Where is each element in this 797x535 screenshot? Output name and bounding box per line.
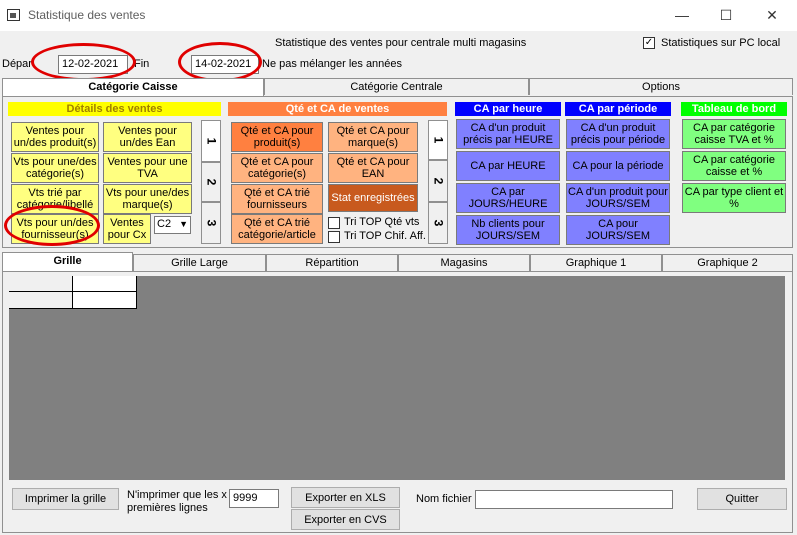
grid-fixed-cell [9,292,73,309]
file-name-label: Nom fichier [416,493,472,505]
tri-top-qte-label: Tri TOP Qté vts [344,216,420,228]
data-grid[interactable] [9,276,785,480]
export-xls-button[interactable]: Exporter en XLS [291,487,400,508]
tri-top-ca-checkbox[interactable] [328,231,340,243]
tab-categorie-centrale[interactable]: Catégorie Centrale [264,78,529,95]
ventes-cx-button[interactable]: Ventes pour Cx [103,214,151,244]
ventes-tva-button[interactable]: Ventes pour une TVA [103,153,192,183]
tab-repartition[interactable]: Répartition [266,254,398,271]
ca-categorie-tva-button[interactable]: CA par catégorie caisse TVA et % [682,119,786,149]
maximize-button[interactable]: ☐ [704,0,748,31]
grid-fixed-cell [9,276,73,292]
qte-categorie-article-button[interactable]: Qté et CA trié catégorie/article [231,214,323,244]
quit-button[interactable]: Quitter [697,488,787,510]
ca-categorie-pct-button[interactable]: CA par catégorie caisse et % [682,151,786,181]
vtab-1-qte[interactable]: 1 [428,120,448,160]
grid-cell[interactable] [73,276,137,292]
tab-options[interactable]: Options [529,78,793,95]
window-title: Statistique des ventes [28,8,146,22]
ca-produit-heure-button[interactable]: CA d'un produit précis par HEURE [456,119,560,149]
qte-fournisseurs-button[interactable]: Qté et CA trié fournisseurs [231,184,323,214]
ventes-produits-button[interactable]: Ventes pour un/des produit(s) [11,122,99,152]
close-button[interactable]: ✕ [750,0,794,31]
details-header: Détails des ventes [8,102,221,116]
pc-local-label: Statistiques sur PC local [661,37,781,49]
nb-clients-jours-button[interactable]: Nb clients pour JOURS/SEM [456,215,560,245]
vtab-2-qte[interactable]: 2 [428,160,448,202]
print-grid-button[interactable]: Imprimer la grille [12,488,119,510]
grid-cell[interactable] [73,292,137,309]
chevron-down-icon: ▼ [179,219,188,229]
tab-grille[interactable]: Grille [2,252,133,271]
tab-grille-large[interactable]: Grille Large [133,254,266,271]
qte-header: Qté et CA de ventes [228,102,447,116]
tri-top-qte-checkbox[interactable] [328,217,340,229]
periode-header: CA par période [565,102,671,116]
ventes-ean-button[interactable]: Ventes pour un/des Ean [103,122,192,152]
qte-marques-button[interactable]: Qté et CA pour marque(s) [328,122,418,152]
ca-produit-periode-button[interactable]: CA d'un produit précis pour période [566,119,670,149]
title-bar: Statistique des ventes — ☐ ✕ [0,0,797,31]
app-icon [7,9,20,21]
tableau-header: Tableau de bord [681,102,787,116]
no-mix-years-label: Ne pas mélanger les années [262,58,403,70]
print-limit-label: N'imprimer que les x premières lignes [127,489,227,514]
vtab-1-details[interactable]: 1 [201,120,221,162]
file-name-input[interactable] [475,490,673,509]
ventes-marques-button[interactable]: Vts pour une/des marque(s) [103,184,192,214]
fin-label: Fin [134,58,150,70]
ventes-categories-button[interactable]: Vts pour une/des catégorie(s) [11,153,99,183]
vtab-2-details[interactable]: 2 [201,162,221,202]
annotation-circle [178,42,262,82]
tab-magasins[interactable]: Magasins [398,254,530,271]
stat-enregistrees-button[interactable]: Stat enregistrées [328,184,418,212]
subtitle: Statistique des ventes pour centrale mul… [275,37,527,49]
ca-produit-jours-button[interactable]: CA d'un produit pour JOURS/SEM [566,183,670,213]
vtab-3-qte[interactable]: 3 [428,202,448,244]
tab-graphique-1[interactable]: Graphique 1 [530,254,662,271]
annotation-circle [4,205,100,246]
ca-type-client-button[interactable]: CA par type client et % [682,183,786,213]
ca-jours-heure-button[interactable]: CA par JOURS/HEURE [456,183,560,213]
tab-categorie-caisse[interactable]: Catégorie Caisse [2,78,264,97]
ca-periode-button[interactable]: CA pour la période [566,151,670,181]
heure-header: CA par heure [455,102,561,116]
minimize-button[interactable]: — [660,0,704,31]
depart-label: Départ [2,58,34,70]
ca-jours-sem-button[interactable]: CA pour JOURS/SEM [566,215,670,245]
export-cvs-button[interactable]: Exporter en CVS [291,509,400,530]
pc-local-checkbox[interactable]: ✓ [643,37,655,49]
qte-categories-button[interactable]: Qté et CA pour catégorie(s) [231,153,323,183]
cx-select-value: C2 [157,218,172,230]
qte-produits-button[interactable]: Qté et CA pour produit(s) [231,122,323,152]
cx-select[interactable]: C2 ▼ [154,216,191,234]
qte-ean-button[interactable]: Qté et CA pour EAN [328,153,418,183]
print-limit-input[interactable]: 9999 [229,489,279,508]
annotation-circle [31,43,136,81]
tri-top-ca-label: Tri TOP Chif. Aff. [344,230,426,242]
ca-par-heure-button[interactable]: CA par HEURE [456,151,560,181]
vtab-3-details[interactable]: 3 [201,202,221,244]
tab-graphique-2[interactable]: Graphique 2 [662,254,793,271]
